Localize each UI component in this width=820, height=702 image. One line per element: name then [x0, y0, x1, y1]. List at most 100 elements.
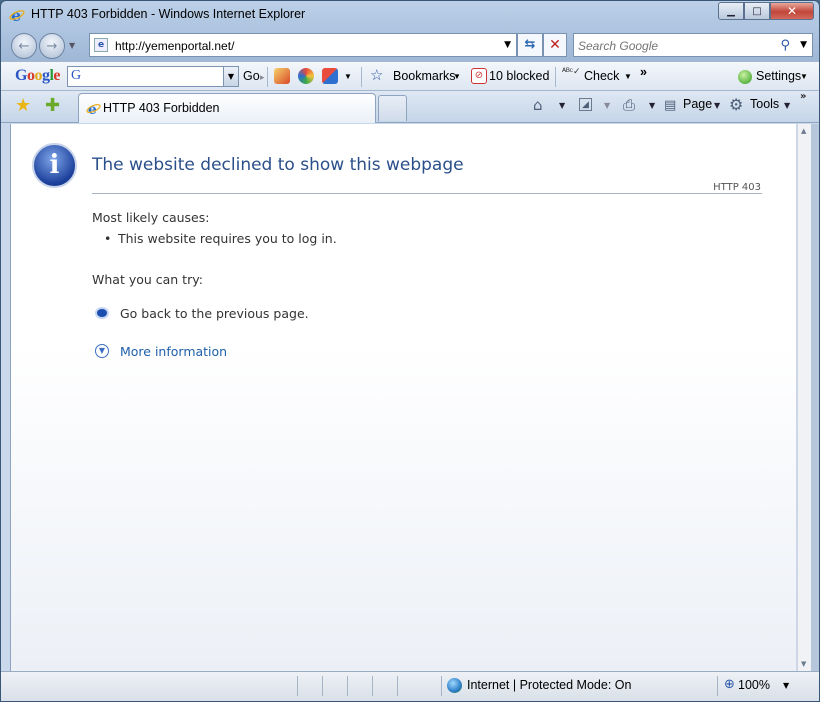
refresh-button[interactable]: ⇆: [517, 33, 543, 57]
home-dropdown-icon[interactable]: ▼: [559, 101, 565, 110]
search-options-dropdown-icon[interactable]: ▼: [800, 40, 807, 50]
go-arrow-icon: ▸: [260, 72, 265, 82]
browser-window: e HTTP 403 Forbidden - Windows Internet …: [0, 0, 820, 702]
internet-explorer-icon: e: [86, 102, 101, 116]
status-separator: [397, 676, 398, 696]
command-bar-more-chevron[interactable]: »: [800, 91, 806, 102]
google-go-button[interactable]: Go: [243, 69, 260, 83]
back-arrow-icon: ←: [18, 38, 30, 54]
zoom-magnifier-icon: ⊕: [724, 677, 735, 692]
vertical-scrollbar[interactable]: ▲ ▼: [797, 124, 811, 671]
tab-title: HTTP 403 Forbidden: [103, 101, 220, 115]
popup-blocker-icon: ⊘: [471, 68, 487, 84]
recent-pages-dropdown[interactable]: ▼: [69, 41, 75, 50]
navigation-bar: ← → ▼ e http://yemenportal.net/ ▼ ⇆ ✕ ⚲ …: [1, 29, 819, 61]
status-separator: [372, 676, 373, 696]
popup-blocked-button[interactable]: 10 blocked: [489, 69, 549, 83]
check-dropdown-icon[interactable]: ▼: [624, 72, 632, 81]
try-heading: What you can try:: [92, 272, 203, 287]
status-bar: Internet | Protected Mode: On ⊕ 100% ▼: [1, 671, 819, 701]
google-swirl-icon[interactable]: [298, 68, 314, 84]
internet-explorer-icon: e: [9, 7, 25, 23]
try-item: Go back to the previous page.: [120, 306, 309, 321]
tab-bar: ★ ✚ e HTTP 403 Forbidden ⌂ ▼ ◢ ▼ ⎙ ▼ ▤ P…: [1, 91, 819, 123]
address-url[interactable]: http://yemenportal.net/: [115, 39, 234, 53]
cause-item: This website requires you to log in.: [104, 231, 337, 246]
zoom-level[interactable]: 100%: [738, 678, 770, 692]
address-bar[interactable]: e http://yemenportal.net/ ▼: [89, 33, 517, 57]
favorites-star-icon[interactable]: ★: [15, 95, 31, 116]
refresh-icon: ⇆: [524, 37, 536, 52]
page-icon: e: [94, 38, 108, 52]
feeds-icon[interactable]: ◢: [579, 98, 592, 111]
zoom-dropdown-icon[interactable]: ▼: [783, 681, 789, 690]
buttons-dropdown-icon[interactable]: ▼: [344, 72, 352, 81]
page-dropdown-icon[interactable]: ▼: [714, 101, 720, 110]
internet-zone-globe-icon: [447, 678, 462, 693]
news-icon[interactable]: [274, 68, 290, 84]
gear-icon: ⚙: [729, 95, 744, 114]
status-separator: [322, 676, 323, 696]
causes-heading: Most likely causes:: [92, 210, 210, 225]
toolbar-separator: [361, 67, 362, 87]
status-separator: [717, 676, 718, 696]
feeds-dropdown-icon[interactable]: ▼: [604, 101, 610, 110]
scroll-down-arrow-icon[interactable]: ▼: [801, 660, 806, 668]
window-frame-right: [811, 124, 819, 671]
close-window-button[interactable]: ✕: [770, 2, 814, 20]
settings-status-icon: [738, 70, 752, 84]
settings-dropdown-icon[interactable]: ▼: [800, 72, 808, 81]
http-status-code: HTTP 403: [713, 182, 761, 193]
google-search-value[interactable]: G: [71, 68, 81, 84]
tools-dropdown-icon[interactable]: ▼: [784, 101, 790, 110]
window-controls: ▁ □ ✕: [718, 2, 814, 20]
blue-bullet-icon: [97, 309, 107, 317]
settings-button[interactable]: Settings: [756, 69, 801, 83]
print-dropdown-icon[interactable]: ▼: [649, 101, 655, 110]
scroll-up-arrow-icon[interactable]: ▲: [801, 127, 806, 135]
toolbar-separator: [267, 67, 268, 87]
stop-button[interactable]: ✕: [543, 33, 567, 57]
bookmarks-dropdown-icon[interactable]: ▼: [453, 72, 461, 81]
status-separator: [347, 676, 348, 696]
forward-arrow-icon: →: [46, 38, 58, 54]
security-zone-label[interactable]: Internet | Protected Mode: On: [467, 678, 631, 692]
address-dropdown-icon[interactable]: ▼: [504, 40, 511, 50]
error-headline: The website declined to show this webpag…: [92, 155, 464, 175]
tools-menu-button[interactable]: Tools: [750, 97, 779, 111]
new-tab-button[interactable]: [378, 95, 407, 121]
back-button[interactable]: ←: [11, 33, 37, 59]
minimize-button[interactable]: ▁: [718, 2, 744, 20]
google-toolbar: Google G ▼ Go ▸ ▼ ☆ Bookmarks ▼ ⊘ 10 blo…: [1, 61, 819, 91]
bookmarks-button[interactable]: Bookmarks: [393, 69, 456, 83]
status-separator: [441, 676, 442, 696]
status-separator: [297, 676, 298, 696]
info-circle-icon: i: [32, 143, 77, 188]
search-input[interactable]: [578, 37, 768, 54]
search-icon[interactable]: ⚲: [780, 38, 790, 53]
stop-icon: ✕: [549, 37, 561, 53]
google-search-input[interactable]: G ▼: [67, 66, 239, 87]
toolbar-separator: [555, 67, 556, 87]
toolbar-buttons-icon[interactable]: [322, 68, 338, 84]
page-icon: ▤: [664, 98, 677, 113]
expand-chevron-icon[interactable]: ▼: [95, 344, 109, 358]
headline-divider: [92, 193, 762, 194]
tab-active[interactable]: e HTTP 403 Forbidden: [78, 93, 376, 123]
google-search-dropdown-icon[interactable]: ▼: [223, 67, 238, 86]
forward-button[interactable]: →: [39, 33, 65, 59]
spellcheck-icon: ᴬᴮᶜ✓: [562, 66, 581, 76]
add-favorite-star-icon[interactable]: ✚: [45, 95, 60, 116]
page-menu-button[interactable]: Page: [683, 97, 712, 111]
window-title: HTTP 403 Forbidden - Windows Internet Ex…: [31, 7, 306, 21]
maximize-button[interactable]: □: [744, 2, 770, 20]
search-box[interactable]: ⚲ ▼: [573, 33, 813, 57]
page-content: i The website declined to show this webp…: [10, 124, 796, 671]
toolbar-more-chevron[interactable]: »: [640, 65, 647, 79]
print-icon[interactable]: ⎙: [623, 96, 635, 114]
more-information-link[interactable]: More information: [120, 344, 227, 359]
title-bar: e HTTP 403 Forbidden - Windows Internet …: [1, 1, 819, 29]
check-button[interactable]: Check: [584, 69, 619, 83]
home-icon[interactable]: ⌂: [533, 96, 543, 114]
google-logo[interactable]: Google: [15, 67, 60, 85]
